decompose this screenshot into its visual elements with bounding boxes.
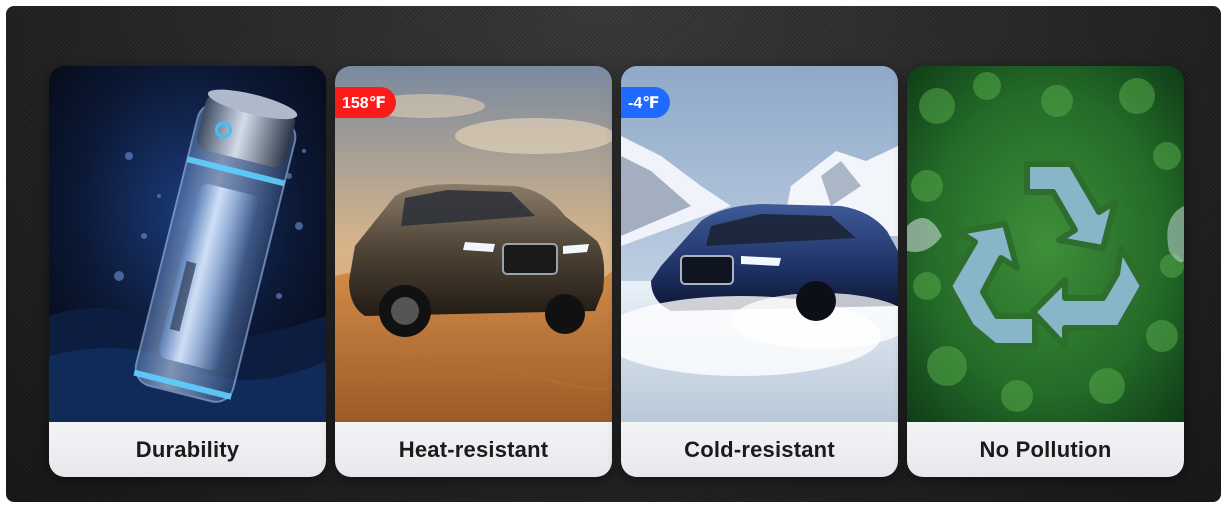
feature-card-no-pollution: No Pollution [907,66,1184,477]
suv-desert-image [335,66,612,422]
suv-snow-image [621,66,898,422]
feature-label-durability: Durability [49,422,326,477]
feature-label-no-pollution: No Pollution [907,422,1184,477]
feature-label-heat-resistant: Heat-resistant [335,422,612,477]
battery-cell-image [49,66,326,422]
feature-card-heat-resistant: 158℉ Heat-resistant [335,66,612,477]
recycle-forest-image [907,66,1184,422]
feature-card-durability: Durability [49,66,326,477]
feature-label-cold-resistant: Cold-resistant [621,422,898,477]
temperature-badge-hot: 158℉ [335,87,397,118]
temperature-badge-cold: -4℉ [621,87,670,118]
feature-panel: Durability 158℉ Heat-resistant -4℉ Cold-… [6,6,1221,502]
feature-card-cold-resistant: -4℉ Cold-resistant [621,66,898,477]
